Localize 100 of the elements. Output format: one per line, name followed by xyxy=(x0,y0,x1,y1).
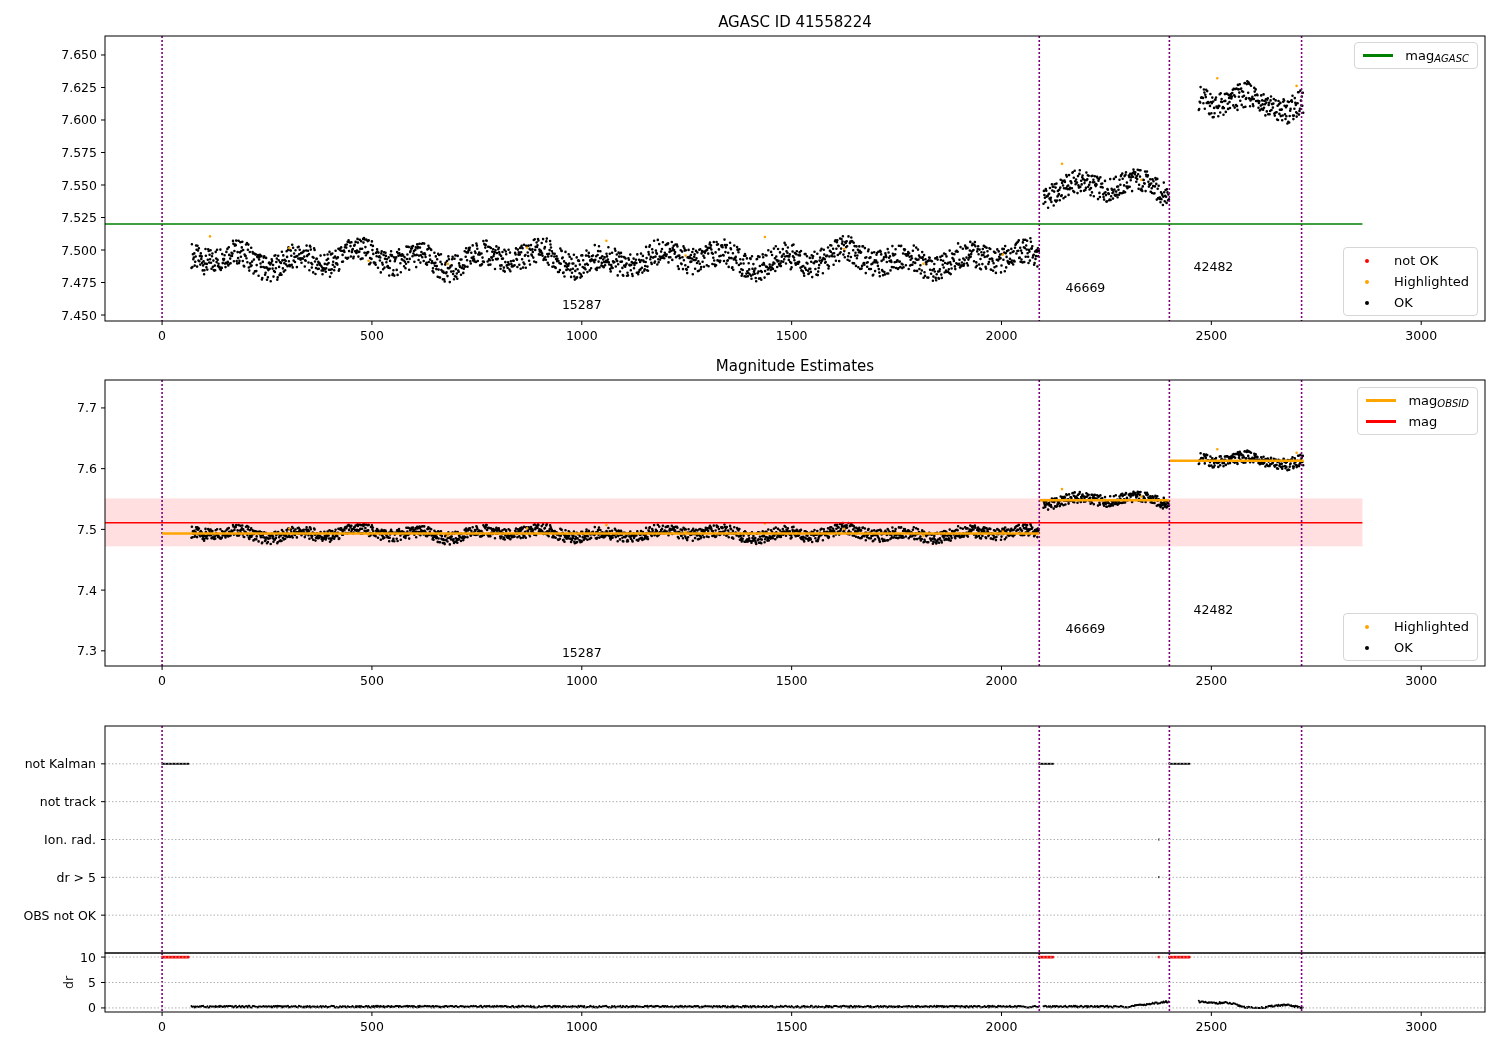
tick-mark xyxy=(100,217,106,218)
x-tick-label: 2000 xyxy=(985,673,1018,688)
x-tick-label: 1000 xyxy=(565,328,598,343)
legend-label: mag$_{OBSID}$ xyxy=(1408,391,1469,411)
y-tick-label: not track xyxy=(39,794,96,810)
tick-mark xyxy=(161,1011,163,1017)
x-tick-label: 500 xyxy=(360,1019,384,1034)
x-tick-label: 0 xyxy=(158,328,167,343)
obsid-label: 15287 xyxy=(561,296,602,312)
y-tick-label: 7.5 xyxy=(77,521,97,537)
x-tick-label: 2500 xyxy=(1195,1019,1228,1034)
x-tick-label: 3000 xyxy=(1405,673,1438,688)
x-tick-label: 1500 xyxy=(775,328,808,343)
tick-mark xyxy=(371,665,373,671)
tick-mark xyxy=(581,665,583,671)
x-tick-label: 1500 xyxy=(775,673,808,688)
obsid-label: 46669 xyxy=(1065,620,1106,636)
tick-mark xyxy=(100,468,106,470)
x-tick-label: 2500 xyxy=(1195,328,1228,343)
y-tick-label: 7.625 xyxy=(61,80,97,95)
y-tick-label: 7.500 xyxy=(61,242,97,258)
tick-mark xyxy=(100,650,106,652)
tick-mark xyxy=(791,320,793,326)
chart-title: Magnitude Estimates xyxy=(715,357,875,375)
tick-mark xyxy=(1001,665,1002,671)
tick-mark xyxy=(100,184,106,186)
tick-mark xyxy=(1001,1011,1002,1017)
tick-mark xyxy=(791,1011,793,1017)
x-tick-label: 0 xyxy=(158,1019,167,1034)
tick-mark xyxy=(1420,320,1422,326)
y-axis-label: dr xyxy=(61,975,76,990)
y-tick-label: dr > 5 xyxy=(56,869,96,885)
y-tick-label: 7.525 xyxy=(61,210,97,225)
tick-mark xyxy=(1210,665,1212,671)
tick-mark xyxy=(1001,320,1002,326)
legend-label: OK xyxy=(1394,293,1413,312)
y-tick-label: 5 xyxy=(88,975,96,990)
y-tick-label: 7.450 xyxy=(61,307,97,323)
y-tick-label: 7.600 xyxy=(61,112,97,128)
y-tick-label: 7.3 xyxy=(77,643,97,659)
tick-mark xyxy=(100,801,106,803)
y-tick-label: Ion. rad. xyxy=(44,832,96,847)
tick-mark xyxy=(100,119,106,121)
tick-mark xyxy=(1210,1011,1212,1017)
tick-mark xyxy=(1420,665,1422,671)
x-tick-label: 3000 xyxy=(1405,1019,1438,1034)
x-tick-label: 3000 xyxy=(1405,328,1438,343)
obsid-label: 42482 xyxy=(1193,602,1234,618)
y-tick-label: OBS not OK xyxy=(23,907,96,923)
obsid-label: 42482 xyxy=(1193,258,1234,274)
tick-mark xyxy=(100,876,106,878)
obsid-label: 46669 xyxy=(1065,279,1106,295)
legend-label: not OK xyxy=(1394,251,1439,270)
tick-mark xyxy=(100,956,106,958)
x-tick-label: 0 xyxy=(158,673,167,688)
tick-mark xyxy=(100,763,106,765)
tick-mark xyxy=(100,839,106,840)
tick-mark xyxy=(100,54,106,56)
tick-mark xyxy=(581,1011,583,1017)
legend-label: Highlighted xyxy=(1394,272,1469,291)
x-tick-label: 1000 xyxy=(565,1019,598,1034)
tick-mark xyxy=(791,665,793,671)
tick-mark xyxy=(100,407,106,409)
x-tick-label: 500 xyxy=(360,328,384,343)
obsid-label: 15287 xyxy=(561,644,602,660)
y-tick-label: 7.7 xyxy=(77,400,97,416)
tick-mark xyxy=(161,665,163,671)
x-tick-label: 2000 xyxy=(985,328,1018,343)
y-tick-label: not Kalman xyxy=(24,756,96,772)
tick-mark xyxy=(371,1011,373,1017)
y-tick-label: 7.575 xyxy=(61,145,97,160)
tick-mark xyxy=(100,589,106,591)
x-tick-label: 2500 xyxy=(1195,673,1228,688)
tick-mark xyxy=(100,1007,106,1009)
tick-mark xyxy=(161,320,163,326)
y-tick-label: 10 xyxy=(80,949,96,965)
tick-mark xyxy=(371,320,373,326)
tick-mark xyxy=(100,982,106,983)
tick-mark xyxy=(100,914,106,916)
tick-mark xyxy=(100,528,106,530)
tick-mark xyxy=(100,249,106,251)
y-tick-label: 7.6 xyxy=(77,461,97,477)
x-tick-label: 2000 xyxy=(985,1019,1018,1034)
tick-mark xyxy=(581,320,583,326)
y-tick-label: 7.475 xyxy=(61,275,97,290)
tick-mark xyxy=(100,152,106,153)
legend-label: mag$_{AGASC}$ xyxy=(1405,46,1469,66)
y-tick-label: 7.550 xyxy=(61,177,97,193)
chart-title: AGASC ID 41558224 xyxy=(718,13,872,31)
legend-label: OK xyxy=(1394,638,1413,657)
tick-mark xyxy=(100,87,106,88)
legend-label: mag xyxy=(1408,412,1438,431)
y-tick-label: 7.4 xyxy=(77,582,97,598)
legend-label: Highlighted xyxy=(1394,617,1469,636)
y-tick-label: 0 xyxy=(88,1000,96,1016)
tick-mark xyxy=(1420,1011,1422,1017)
y-tick-label: 7.650 xyxy=(61,47,97,63)
x-tick-label: 500 xyxy=(360,673,384,688)
tick-mark xyxy=(1210,320,1212,326)
tick-mark xyxy=(100,314,106,316)
